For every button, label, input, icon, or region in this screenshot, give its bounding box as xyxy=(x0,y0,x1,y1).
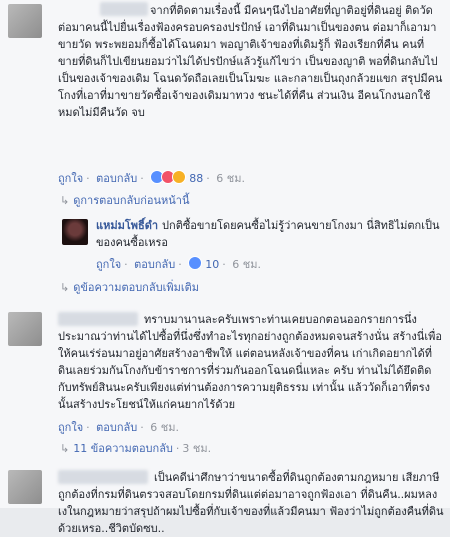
reply-button[interactable]: ตอบกลับ xyxy=(134,258,175,271)
avatar[interactable] xyxy=(62,219,88,245)
like-reaction-icon xyxy=(188,256,203,270)
reactions[interactable] xyxy=(150,170,187,184)
like-button[interactable]: ถูกใจ xyxy=(96,258,121,271)
avatar[interactable] xyxy=(8,470,42,504)
avatar[interactable] xyxy=(8,4,42,38)
timestamp[interactable]: 6 ชม. xyxy=(232,258,261,271)
comment-1-actions: ถูกใจ · ตอบกลับ · 88 · 6 ชม. xyxy=(58,170,245,185)
comment-1-body: จากที่ติดตามเรื่องนี้ มีคนๆนึงไปอาศัยที่… xyxy=(58,4,443,119)
comment-2-actions: ถูกใจ · ตอบกลับ · 6 ชม. xyxy=(58,421,179,434)
wow-reaction-icon xyxy=(172,170,187,184)
like-button[interactable]: ถูกใจ xyxy=(58,421,83,434)
comment-2-body: ทราบมานานละครับเพราะท่านเคยบอกตอนออกรายก… xyxy=(58,313,442,411)
reply-1-body: แหม่มโพธิ์ดำ ปกติซื้อขายโดยคนซื้อไม่รู้ว่… xyxy=(96,217,441,251)
reply-arrow-icon: ↳ xyxy=(60,442,70,455)
comment-3-body: เป็นคดีน่าศึกษาว่าขนาดซื้อที่ดินถูกต้องต… xyxy=(58,471,444,535)
reply-button[interactable]: ตอบกลับ xyxy=(96,421,137,434)
avatar[interactable] xyxy=(8,312,42,346)
reaction-count[interactable]: 88 xyxy=(189,172,203,185)
reply-arrow-icon: ↳ xyxy=(60,281,70,294)
timestamp[interactable]: 6 ชม. xyxy=(150,421,179,434)
view-replies[interactable]: ↳ 11 ข้อความตอบกลับ · 3 ชม. xyxy=(60,439,211,457)
reply-arrow-icon: ↳ xyxy=(60,194,70,207)
see-previous-replies[interactable]: ↳ ดูการตอบกลับก่อนหน้านี้ xyxy=(60,191,189,209)
see-more-replies[interactable]: ↳ ดูข้อความตอบกลับเพิ่มเติม xyxy=(60,278,199,296)
timestamp[interactable]: 6 ชม. xyxy=(216,172,245,185)
comment-thread: จากที่ติดตามเรื่องนี้ มีคนๆนึงไปอาศัยที่… xyxy=(0,0,450,535)
reply-button[interactable]: ตอบกลับ xyxy=(96,172,137,185)
commenter-name[interactable]: แหม่มโพธิ์ดำ xyxy=(96,219,158,232)
reactions[interactable] xyxy=(188,256,203,270)
like-button[interactable]: ถูกใจ xyxy=(58,172,83,185)
reply-1-actions: ถูกใจ · ตอบกลับ · 10 · 6 ชม. xyxy=(96,256,261,271)
reaction-count[interactable]: 10 xyxy=(205,258,219,271)
